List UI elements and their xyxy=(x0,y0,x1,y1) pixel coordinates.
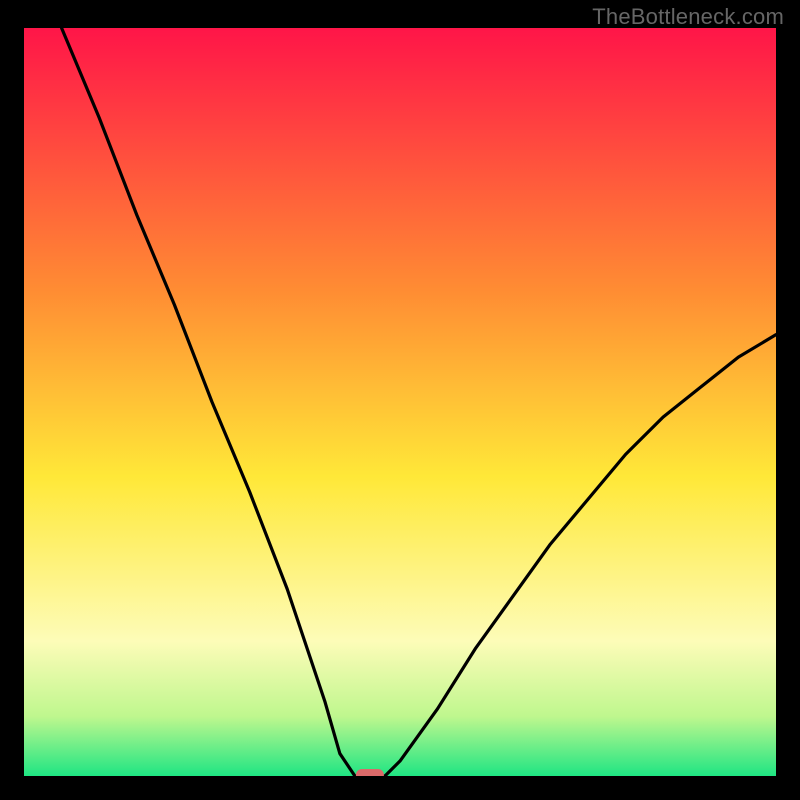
plot-area xyxy=(24,28,776,776)
chart-svg xyxy=(24,28,776,776)
bottleneck-chart: TheBottleneck.com xyxy=(0,0,800,800)
watermark-text: TheBottleneck.com xyxy=(592,4,784,30)
